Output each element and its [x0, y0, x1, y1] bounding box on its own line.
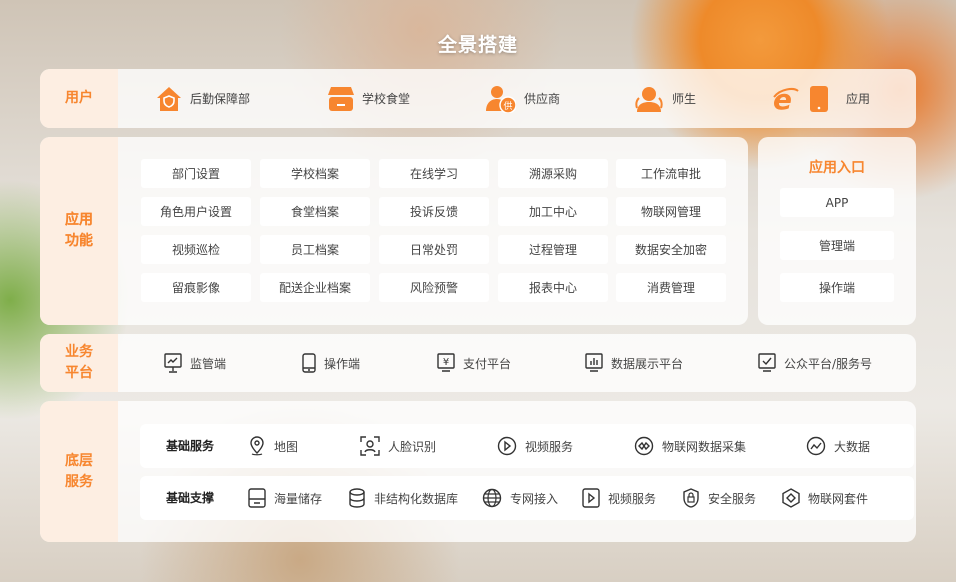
canteen-icon — [328, 86, 354, 111]
database-icon — [349, 488, 365, 508]
house-shield-icon — [157, 86, 181, 111]
basic-support-row: 基础支撑 海量储存 非结构化数据库 专网接入 视频服务 安全服务 物联网套件 — [140, 476, 914, 520]
functions-label: 应用功能 应用 功能 — [40, 137, 118, 325]
support-database[interactable]: 非结构化数据库 — [348, 476, 458, 520]
function-button[interactable]: 日常处罚 — [379, 235, 489, 264]
function-button[interactable]: 部门设置 — [141, 159, 251, 188]
business-label: 业务 平台 — [40, 334, 118, 392]
check-monitor-icon — [758, 353, 776, 372]
app-entry-title: 应用入口 — [809, 160, 865, 176]
business-item-supervision[interactable]: 监管端 — [164, 334, 226, 392]
basic-services-title: 基础服务 — [166, 439, 215, 453]
base-label: 底层 服务 — [40, 401, 118, 542]
function-button[interactable]: 物联网管理 — [616, 197, 726, 226]
globe-icon — [482, 488, 502, 508]
bar-chart-monitor-icon — [585, 353, 603, 372]
business-item-public-platform[interactable]: 公众平台/服务号 — [758, 334, 872, 392]
user-item-canteen[interactable]: 学校食堂 — [328, 69, 410, 128]
user-item-logistics[interactable]: 后勤保障部 — [156, 69, 250, 128]
trend-circle-icon — [806, 436, 826, 456]
phone-icon — [302, 353, 316, 373]
business-panel: 业务 平台 监管端 操作端 ¥ 支付平台 数据展示平台 公众平台/服务号 — [40, 334, 916, 392]
users-panel: 用户 后勤保障部 学校食堂 供 供应商 师生 e 应用 — [40, 69, 916, 128]
hexagon-icon — [782, 488, 800, 508]
function-button[interactable]: 过程管理 — [498, 235, 608, 264]
support-iot-kit[interactable]: 物联网套件 — [782, 476, 868, 520]
lock-shield-icon — [683, 488, 699, 508]
support-private-network[interactable]: 专网接入 — [482, 476, 558, 520]
function-button[interactable]: 消费管理 — [616, 273, 726, 302]
page-title: 全景搭建 — [437, 34, 518, 56]
base-panel: 底层 服务 基础服务 地图 人脸识别 视频服务 物联网数据采集 大数据 基础支撑 … — [40, 401, 916, 542]
function-button[interactable]: 投诉反馈 — [379, 197, 489, 226]
service-face-recognition[interactable]: 人脸识别 — [360, 424, 436, 468]
basic-support-title: 基础支撑 — [166, 491, 215, 505]
support-storage[interactable]: 海量储存 — [248, 476, 322, 520]
function-button[interactable]: 学校档案 — [260, 159, 370, 188]
support-video[interactable]: 视频服务 — [582, 476, 656, 520]
user-item-supplier[interactable]: 供 供应商 — [486, 69, 560, 128]
service-map[interactable]: 地图 — [248, 424, 298, 468]
functions-label-text: 应用功能 应用 功能 — [65, 210, 93, 252]
function-button[interactable]: 留痕影像 — [141, 273, 251, 302]
basic-services-row: 基础服务 地图 人脸识别 视频服务 物联网数据采集 大数据 — [140, 424, 914, 468]
function-button[interactable]: 数据安全加密 — [616, 235, 726, 264]
function-button[interactable]: 角色用户设置 — [141, 197, 251, 226]
face-scan-icon — [360, 436, 380, 456]
iot-circle-icon — [634, 436, 654, 456]
function-button[interactable]: 报表中心 — [498, 273, 608, 302]
supplier-icon: 供 — [486, 85, 516, 113]
entry-button-admin[interactable]: 管理端 — [780, 231, 894, 260]
business-item-payment[interactable]: ¥ 支付平台 — [437, 334, 511, 392]
service-big-data[interactable]: 大数据 — [806, 424, 870, 468]
function-button[interactable]: 配送企业档案 — [260, 273, 370, 302]
users-label: 用户 — [40, 69, 118, 128]
function-button[interactable]: 加工中心 — [498, 197, 608, 226]
ie-phone-icon: e — [773, 85, 828, 113]
monitor-chart-icon — [164, 353, 182, 373]
user-item-teachers-students[interactable]: 师生 — [634, 69, 696, 128]
app-entry-panel: 应用入口 APP 管理端 操作端 — [758, 137, 916, 325]
function-button[interactable]: 员工档案 — [260, 235, 370, 264]
play-circle-icon — [497, 436, 517, 456]
map-pin-icon — [250, 436, 264, 456]
function-button[interactable]: 在线学习 — [379, 159, 489, 188]
service-iot-data[interactable]: 物联网数据采集 — [634, 424, 746, 468]
function-button[interactable]: 视频巡检 — [141, 235, 251, 264]
svg-text:¥: ¥ — [443, 357, 449, 368]
person-icon — [635, 86, 663, 112]
svg-text:供: 供 — [503, 100, 512, 112]
functions-panel: 应用功能 应用 功能 部门设置 学校档案 在线学习 溯源采购 工作流审批角色用户设置 食堂档… — [40, 137, 748, 325]
storage-icon — [248, 488, 266, 508]
service-video[interactable]: 视频服务 — [497, 424, 573, 468]
entry-button-app[interactable]: APP — [780, 188, 894, 217]
functions-label-lines: 应用 功能 — [65, 212, 93, 249]
yen-monitor-icon: ¥ — [437, 353, 455, 372]
play-square-icon — [582, 488, 600, 508]
user-item-apps[interactable]: e 应用 — [772, 69, 870, 128]
function-button[interactable]: 食堂档案 — [260, 197, 370, 226]
support-security[interactable]: 安全服务 — [682, 476, 756, 520]
function-button[interactable]: 工作流审批 — [616, 159, 726, 188]
function-button[interactable]: 溯源采购 — [498, 159, 608, 188]
function-button[interactable]: 风险预警 — [379, 273, 489, 302]
entry-button-operator[interactable]: 操作端 — [780, 273, 894, 302]
business-item-data-display[interactable]: 数据展示平台 — [585, 334, 683, 392]
business-item-operator[interactable]: 操作端 — [302, 334, 360, 392]
